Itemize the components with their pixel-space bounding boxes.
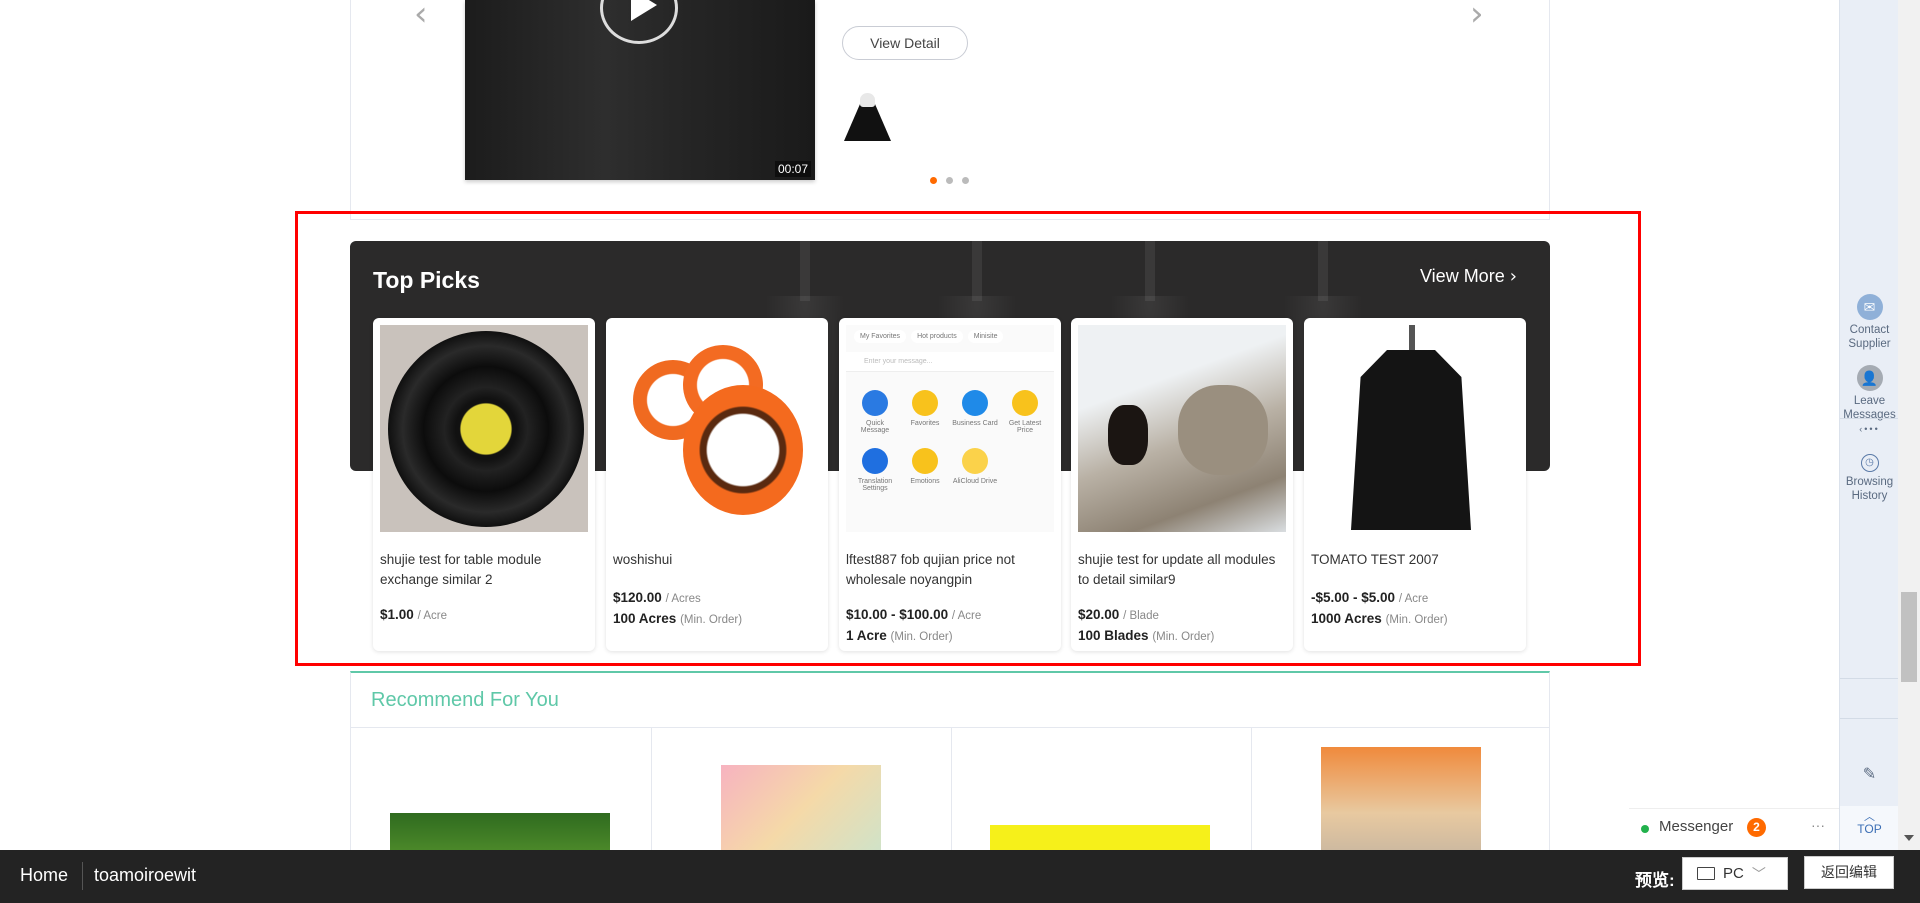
scroll-down-arrow[interactable] <box>1904 835 1914 841</box>
more-icon[interactable]: ··· <box>1811 817 1825 833</box>
right-sidebar: ✉ Contact Supplier 👤 Leave Messages ‹•••… <box>1839 0 1899 850</box>
mail-icon: ✉ <box>1856 294 1883 320</box>
messenger-bar[interactable]: Messenger 2 ··· <box>1629 808 1839 850</box>
recommend-product-image[interactable] <box>390 813 610 853</box>
leave-messages-button[interactable]: 👤 Leave Messages ‹••• <box>1840 365 1899 436</box>
chevron-down-icon: ﹀ <box>1751 866 1766 883</box>
view-detail-button[interactable]: View Detail <box>842 26 968 60</box>
clock-icon: ◷ <box>1860 454 1879 472</box>
recommend-product-image[interactable] <box>721 765 881 855</box>
bottom-toolbar: Home toamoiroewit 预览: PC ﹀ 返回编辑 <box>0 850 1920 903</box>
browsing-history-button[interactable]: ◷ Browsing History <box>1840 454 1899 503</box>
user-icon: 👤 <box>1856 365 1883 391</box>
edit-note-icon[interactable]: ✎ <box>1840 767 1899 783</box>
carousel-dot[interactable] <box>946 177 953 184</box>
carousel-dot-active[interactable] <box>930 177 937 184</box>
preview-label: 预览: <box>1635 871 1675 890</box>
messenger-label: Messenger <box>1659 818 1734 835</box>
recommend-title: Recommend For You <box>371 689 559 711</box>
play-icon[interactable] <box>600 0 678 44</box>
scrollbar-thumb[interactable] <box>1901 592 1917 682</box>
device-select[interactable]: PC ﹀ <box>1682 857 1788 890</box>
recommend-product-image[interactable] <box>1321 747 1481 857</box>
online-status-icon <box>1641 825 1649 833</box>
video-duration: 00:07 <box>774 161 811 177</box>
carousel-dot[interactable] <box>962 177 969 184</box>
home-link[interactable]: Home <box>20 865 68 886</box>
back-to-top-button[interactable]: ︿ TOP <box>1840 806 1899 850</box>
monitor-icon <box>1697 867 1715 880</box>
product-video[interactable]: 00:07 <box>465 0 815 180</box>
chevron-up-icon: ︿ <box>1864 810 1875 823</box>
carousel-next-arrow[interactable]: › <box>1470 0 1484 34</box>
more-dots-icon: ‹••• <box>1859 424 1880 434</box>
scrollbar[interactable] <box>1898 0 1920 850</box>
carousel-prev-arrow[interactable]: ‹ <box>414 0 428 34</box>
video-thumbnail[interactable] <box>842 93 893 141</box>
back-to-edit-button[interactable]: 返回编辑 <box>1804 856 1894 889</box>
highlight-box <box>295 211 1641 666</box>
unread-badge: 2 <box>1747 818 1766 837</box>
site-name: toamoiroewit <box>94 865 197 885</box>
contact-supplier-button[interactable]: ✉ Contact Supplier <box>1840 294 1899 351</box>
